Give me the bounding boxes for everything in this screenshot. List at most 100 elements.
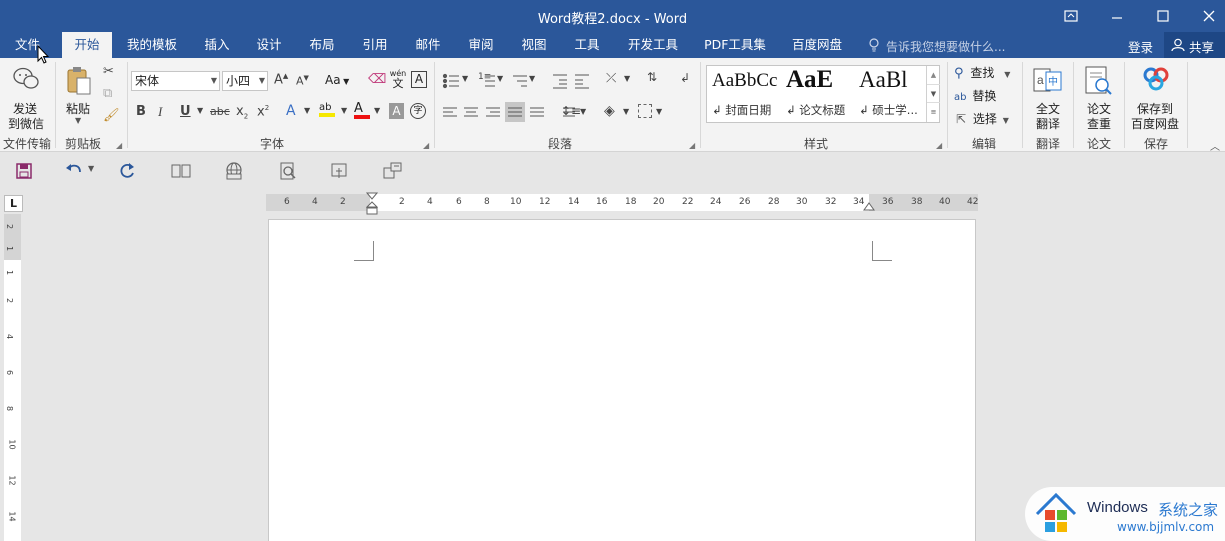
tell-me-search[interactable]: 告诉我您想要做什么...	[886, 38, 1005, 55]
paste-button[interactable]: 粘贴 ▼	[60, 62, 98, 132]
save-to-baidu-button[interactable]: 保存到 百度网盘	[1128, 62, 1184, 132]
share-button[interactable]: 共享	[1164, 32, 1225, 58]
text-effects-icon[interactable]: A	[286, 103, 296, 119]
undo-icon[interactable]	[65, 162, 83, 178]
bold-icon[interactable]: B	[136, 104, 146, 119]
redo-icon[interactable]	[118, 162, 136, 180]
document-page[interactable]	[268, 219, 976, 541]
ruler-tick: 8	[484, 197, 490, 207]
numbering-dropdown-icon[interactable]: ▼	[497, 74, 503, 83]
collapse-ribbon-icon[interactable]: ︿	[1210, 138, 1220, 153]
right-indent-marker-icon[interactable]	[863, 202, 875, 212]
tab-mailings[interactable]: 邮件	[407, 32, 449, 58]
phonetic-guide-icon[interactable]: wén 文	[389, 69, 407, 89]
copy-icon[interactable]: ⧉	[103, 86, 112, 101]
bullets-dropdown-icon[interactable]: ▼	[462, 74, 468, 83]
find-button[interactable]: ⚲ 查找 ▼	[954, 64, 1010, 82]
ribbon-display-icon[interactable]	[1048, 0, 1094, 32]
tab-baidu-netdisk[interactable]: 百度网盘	[784, 32, 850, 58]
line-spacing-icon[interactable]: ↕≡	[561, 104, 581, 118]
tab-references[interactable]: 引用	[354, 32, 396, 58]
save-icon[interactable]	[16, 163, 32, 179]
tab-stop-selector[interactable]: L	[4, 195, 23, 212]
text-effects-dropdown-icon[interactable]: ▼	[304, 106, 310, 115]
tab-layout[interactable]: 布局	[301, 32, 343, 58]
font-size-select[interactable]: 小四 ▼	[222, 71, 268, 91]
minimize-icon[interactable]	[1094, 0, 1140, 32]
format-painter-icon[interactable]: 🖌	[103, 108, 120, 123]
strikethrough-icon[interactable]: abc	[210, 105, 230, 118]
paste-dropdown-arrow[interactable]: ▼	[75, 116, 81, 125]
tab-home[interactable]: 开始	[62, 32, 112, 58]
character-shading-icon[interactable]: A	[389, 103, 404, 119]
paper-check-button[interactable]: 论文 查重	[1077, 62, 1121, 132]
vertical-ruler[interactable]: 2 1 1 2 4 6 8 10 12 14	[4, 214, 21, 541]
character-border-icon[interactable]: A	[411, 71, 427, 88]
ruler-tick: 2	[340, 197, 346, 207]
shading-dropdown-icon[interactable]: ▼	[623, 107, 629, 116]
paragraph-launcher-icon[interactable]: ◢	[689, 141, 695, 150]
numbering-icon[interactable]: 1≡	[478, 72, 491, 82]
superscript-icon[interactable]: x2	[257, 104, 269, 119]
clear-formatting-icon[interactable]: ⌫	[368, 72, 386, 87]
send-to-wechat-button[interactable]: 发送 到微信	[0, 62, 54, 132]
gallery-scroll[interactable]: ▲ ▼ ≡	[926, 66, 940, 122]
chinese-layout-icon[interactable]: ⤫	[606, 71, 616, 86]
read-mode-icon[interactable]	[171, 164, 191, 178]
chinese-layout-dropdown-icon[interactable]: ▼	[624, 74, 630, 83]
font-launcher-icon[interactable]: ◢	[423, 141, 429, 150]
subscript-icon[interactable]: x2	[236, 104, 248, 121]
tab-developer[interactable]: 开发工具	[619, 32, 687, 58]
replace-button[interactable]: ab 替换	[954, 87, 996, 105]
highlight-dropdown-icon[interactable]: ▼	[341, 106, 347, 115]
borders-dropdown-icon[interactable]: ▼	[656, 107, 662, 116]
print-preview-icon[interactable]	[279, 162, 297, 180]
ruler-tick: 20	[653, 197, 665, 207]
sort-icon[interactable]: ⇅	[647, 70, 657, 84]
underline-dropdown-icon[interactable]: ▼	[197, 106, 203, 115]
tab-review[interactable]: 审阅	[460, 32, 502, 58]
web-layout-icon[interactable]	[224, 162, 244, 180]
style-cover-date[interactable]: AaBbCc ↲ 封面日期	[708, 66, 782, 122]
highlight-icon[interactable]: ab	[319, 102, 335, 117]
line-spacing-dropdown-icon[interactable]: ▼	[580, 107, 586, 116]
margin-corner-mark	[872, 241, 892, 261]
customize-qat-icon[interactable]	[383, 162, 403, 180]
tab-pdf-tools[interactable]: PDF工具集	[700, 32, 770, 58]
indent-markers-icon[interactable]	[366, 192, 378, 216]
show-formatting-marks-icon[interactable]: ↲	[680, 71, 690, 85]
ruler-tick: 2	[5, 297, 15, 304]
touch-mode-icon[interactable]	[331, 162, 349, 180]
tab-tools[interactable]: 工具	[566, 32, 608, 58]
grow-font-icon[interactable]: A▲	[274, 72, 288, 87]
close-icon[interactable]	[1186, 0, 1225, 32]
paste-label: 粘贴	[66, 102, 91, 116]
login-link[interactable]: 登录	[1128, 37, 1153, 56]
style-master-thesis[interactable]: AaBl ↲ 硕士学...	[855, 66, 929, 122]
cut-icon[interactable]: ✂	[103, 64, 114, 79]
italic-icon[interactable]: I	[158, 104, 162, 120]
underline-icon[interactable]: U	[180, 104, 191, 119]
enclose-characters-icon[interactable]: 字	[410, 103, 426, 119]
maximize-icon[interactable]	[1140, 0, 1186, 32]
styles-launcher-icon[interactable]: ◢	[936, 141, 942, 150]
change-case-button[interactable]: Aa ▼	[325, 73, 349, 87]
font-name-select[interactable]: 宋体 ▼	[131, 71, 220, 91]
undo-dropdown-icon[interactable]: ▼	[88, 164, 94, 173]
font-color-icon[interactable]: A	[354, 102, 370, 119]
shading-icon[interactable]: ◈	[604, 103, 615, 119]
tab-insert[interactable]: 插入	[196, 32, 238, 58]
full-translate-button[interactable]: a中 全文 翻译	[1026, 62, 1070, 132]
style-paper-title[interactable]: AaE ↲ 论文标题	[782, 66, 856, 122]
ribbon-tab-bar: 文件 开始 我的模板 插入 设计 布局 引用 邮件 审阅 视图 工具 开发工具 …	[0, 32, 1225, 58]
shrink-font-icon[interactable]: A▼	[296, 74, 309, 88]
horizontal-ruler[interactable]: 6 4 2 2 4 6 8 10 12 14 16 18 20 22 24 26…	[266, 192, 978, 215]
tab-view[interactable]: 视图	[513, 32, 555, 58]
clipboard-launcher-icon[interactable]: ◢	[116, 141, 122, 150]
select-button[interactable]: ⇱ 选择 ▼	[956, 110, 1009, 128]
tab-my-templates[interactable]: 我的模板	[118, 32, 186, 58]
tab-design[interactable]: 设计	[248, 32, 290, 58]
multilevel-list-dropdown-icon[interactable]: ▼	[529, 74, 535, 83]
font-color-dropdown-icon[interactable]: ▼	[374, 106, 380, 115]
borders-icon[interactable]	[638, 104, 652, 118]
